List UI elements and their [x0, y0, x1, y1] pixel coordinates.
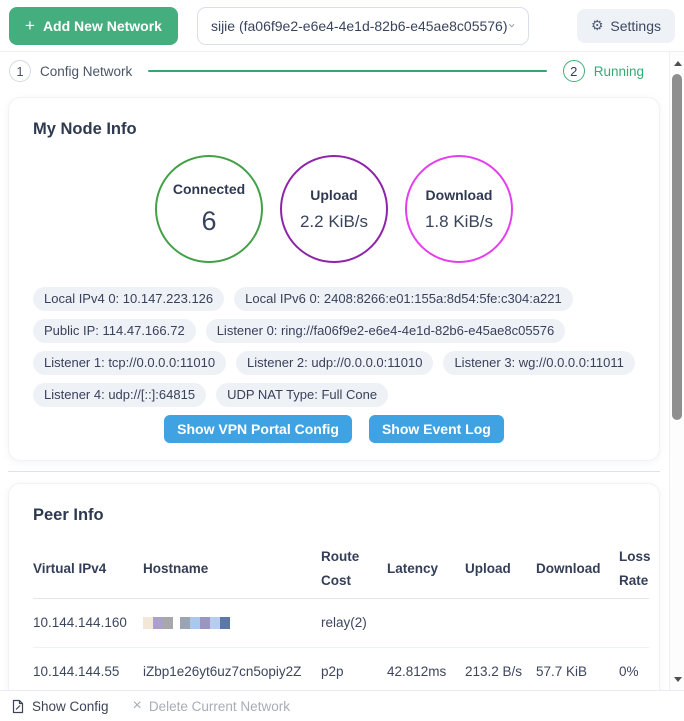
chevron-down-icon — [508, 19, 515, 32]
peer-row: 10.144.144.160 relay(2) — [33, 598, 649, 647]
config-file-icon — [11, 699, 25, 714]
node-gauges: Connected 6 Upload 2.2 KiB/s Download 1.… — [33, 155, 635, 263]
download-gauge: Download 1.8 KiB/s — [405, 155, 513, 263]
peer-hostname-redacted — [143, 598, 321, 647]
my-node-info-card: My Node Info Connected 6 Upload 2.2 KiB/… — [8, 97, 660, 461]
peer-upload — [465, 598, 536, 647]
chip-udp-nat-type: UDP NAT Type: Full Cone — [216, 383, 388, 407]
bottom-toolbar: Show Config × Delete Current Network — [0, 690, 684, 721]
scrollbar[interactable] — [669, 52, 684, 690]
connected-gauge-label: Connected — [173, 181, 245, 197]
peer-route-cost: relay(2) — [321, 598, 387, 647]
peer-virtual-ipv4: 10.144.144.55 — [33, 647, 143, 690]
connected-gauge: Connected 6 — [155, 155, 263, 263]
chip-listener-2: Listener 2: udp://0.0.0.0:11010 — [236, 351, 433, 375]
chip-public-ip: Public IP: 114.47.166.72 — [33, 319, 196, 343]
peer-row: 10.144.144.55 iZbp1e26yt6uz7cn5opiy2Z p2… — [33, 647, 649, 690]
peer-upload: 213.2 B/s — [465, 647, 536, 690]
peer-download: 57.7 KiB — [536, 647, 619, 690]
peer-table: Virtual IPv4 Hostname Route Cost Latency… — [33, 541, 649, 690]
upload-gauge-value: 2.2 KiB/s — [300, 212, 368, 232]
step-config-network: 1 Config Network — [9, 60, 132, 82]
plus-icon: + — [25, 17, 35, 34]
scrollbar-thumb[interactable] — [672, 74, 682, 420]
peer-info-title: Peer Info — [33, 506, 647, 525]
node-info-chips: Local IPv4 0: 10.147.223.126 Local IPv6 … — [33, 287, 635, 407]
col-upload: Upload — [465, 541, 536, 598]
peer-table-header-row: Virtual IPv4 Hostname Route Cost Latency… — [33, 541, 649, 598]
network-select-value: sijie (fa06f9e2-e6e4-4e1d-82b6-e45ae8c05… — [211, 18, 508, 34]
add-new-network-label: Add New Network — [43, 18, 162, 34]
upload-gauge: Upload 2.2 KiB/s — [280, 155, 388, 263]
peer-route-cost: p2p — [321, 647, 387, 690]
scrollbar-down-arrow[interactable] — [670, 672, 684, 686]
chip-local-ipv6: Local IPv6 0: 2408:8266:e01:155a:8d54:5f… — [234, 287, 573, 311]
peer-latency: 42.812ms — [387, 647, 465, 690]
col-route-cost: Route Cost — [321, 541, 387, 598]
settings-label: Settings — [610, 18, 661, 34]
peer-virtual-ipv4: 10.144.144.160 — [33, 598, 143, 647]
col-loss-rate: Loss Rate — [619, 541, 649, 598]
show-config-label: Show Config — [32, 699, 109, 714]
gear-icon: ⚙ — [591, 18, 604, 34]
chip-listener-0: Listener 0: ring://fa06f9e2-e6e4-4e1d-82… — [206, 319, 566, 343]
download-gauge-label: Download — [426, 187, 493, 203]
show-vpn-portal-config-button[interactable]: Show VPN Portal Config — [164, 415, 352, 443]
chip-listener-4: Listener 4: udp://[::]:64815 — [33, 383, 206, 407]
chip-listener-3: Listener 3: wg://0.0.0.0:11011 — [443, 351, 634, 375]
peer-hostname: iZbp1e26yt6uz7cn5opiy2Z — [143, 647, 321, 690]
delete-current-network-label: Delete Current Network — [149, 699, 290, 714]
node-actions: Show VPN Portal Config Show Event Log — [33, 415, 635, 443]
cards-divider — [8, 471, 660, 472]
show-config-button[interactable]: Show Config — [11, 699, 109, 714]
download-gauge-value: 1.8 KiB/s — [425, 212, 493, 232]
step-1-label: Config Network — [40, 64, 132, 79]
network-select[interactable]: sijie (fa06f9e2-e6e4-4e1d-82b6-e45ae8c05… — [197, 7, 529, 45]
peer-loss-rate — [619, 598, 649, 647]
delete-current-network-button[interactable]: × Delete Current Network — [133, 698, 290, 714]
col-download: Download — [536, 541, 619, 598]
wizard-steps: 1 Config Network 2 Running — [0, 52, 668, 90]
redacted-hostname-mosaic — [143, 617, 230, 629]
triangle-up-icon — [674, 61, 682, 66]
scrollbar-up-arrow[interactable] — [670, 56, 684, 70]
node-info-title: My Node Info — [33, 120, 635, 139]
col-latency: Latency — [387, 541, 465, 598]
show-event-log-button[interactable]: Show Event Log — [369, 415, 504, 443]
triangle-down-icon — [674, 677, 682, 682]
connected-gauge-value: 6 — [201, 206, 216, 237]
step-1-circle: 1 — [9, 60, 31, 82]
col-virtual-ipv4: Virtual IPv4 — [33, 541, 143, 598]
peer-loss-rate: 0% — [619, 647, 649, 690]
col-hostname: Hostname — [143, 541, 321, 598]
top-toolbar: + Add New Network sijie (fa06f9e2-e6e4-4… — [0, 0, 684, 52]
chip-listener-1: Listener 1: tcp://0.0.0.0:11010 — [33, 351, 226, 375]
step-connector-line — [148, 70, 546, 72]
settings-button[interactable]: ⚙ Settings — [577, 9, 675, 43]
step-2-circle: 2 — [563, 60, 585, 82]
close-icon: × — [133, 698, 142, 714]
main-scroll-area: 1 Config Network 2 Running My Node Info … — [0, 52, 684, 690]
step-2-label: Running — [594, 64, 644, 79]
upload-gauge-label: Upload — [310, 187, 357, 203]
chip-local-ipv4: Local IPv4 0: 10.147.223.126 — [33, 287, 224, 311]
peer-download — [536, 598, 619, 647]
add-new-network-button[interactable]: + Add New Network — [9, 7, 178, 45]
step-running: 2 Running — [563, 60, 644, 82]
peer-info-card: Peer Info Virtual IPv4 Hostname Route Co… — [8, 483, 660, 690]
peer-latency — [387, 598, 465, 647]
